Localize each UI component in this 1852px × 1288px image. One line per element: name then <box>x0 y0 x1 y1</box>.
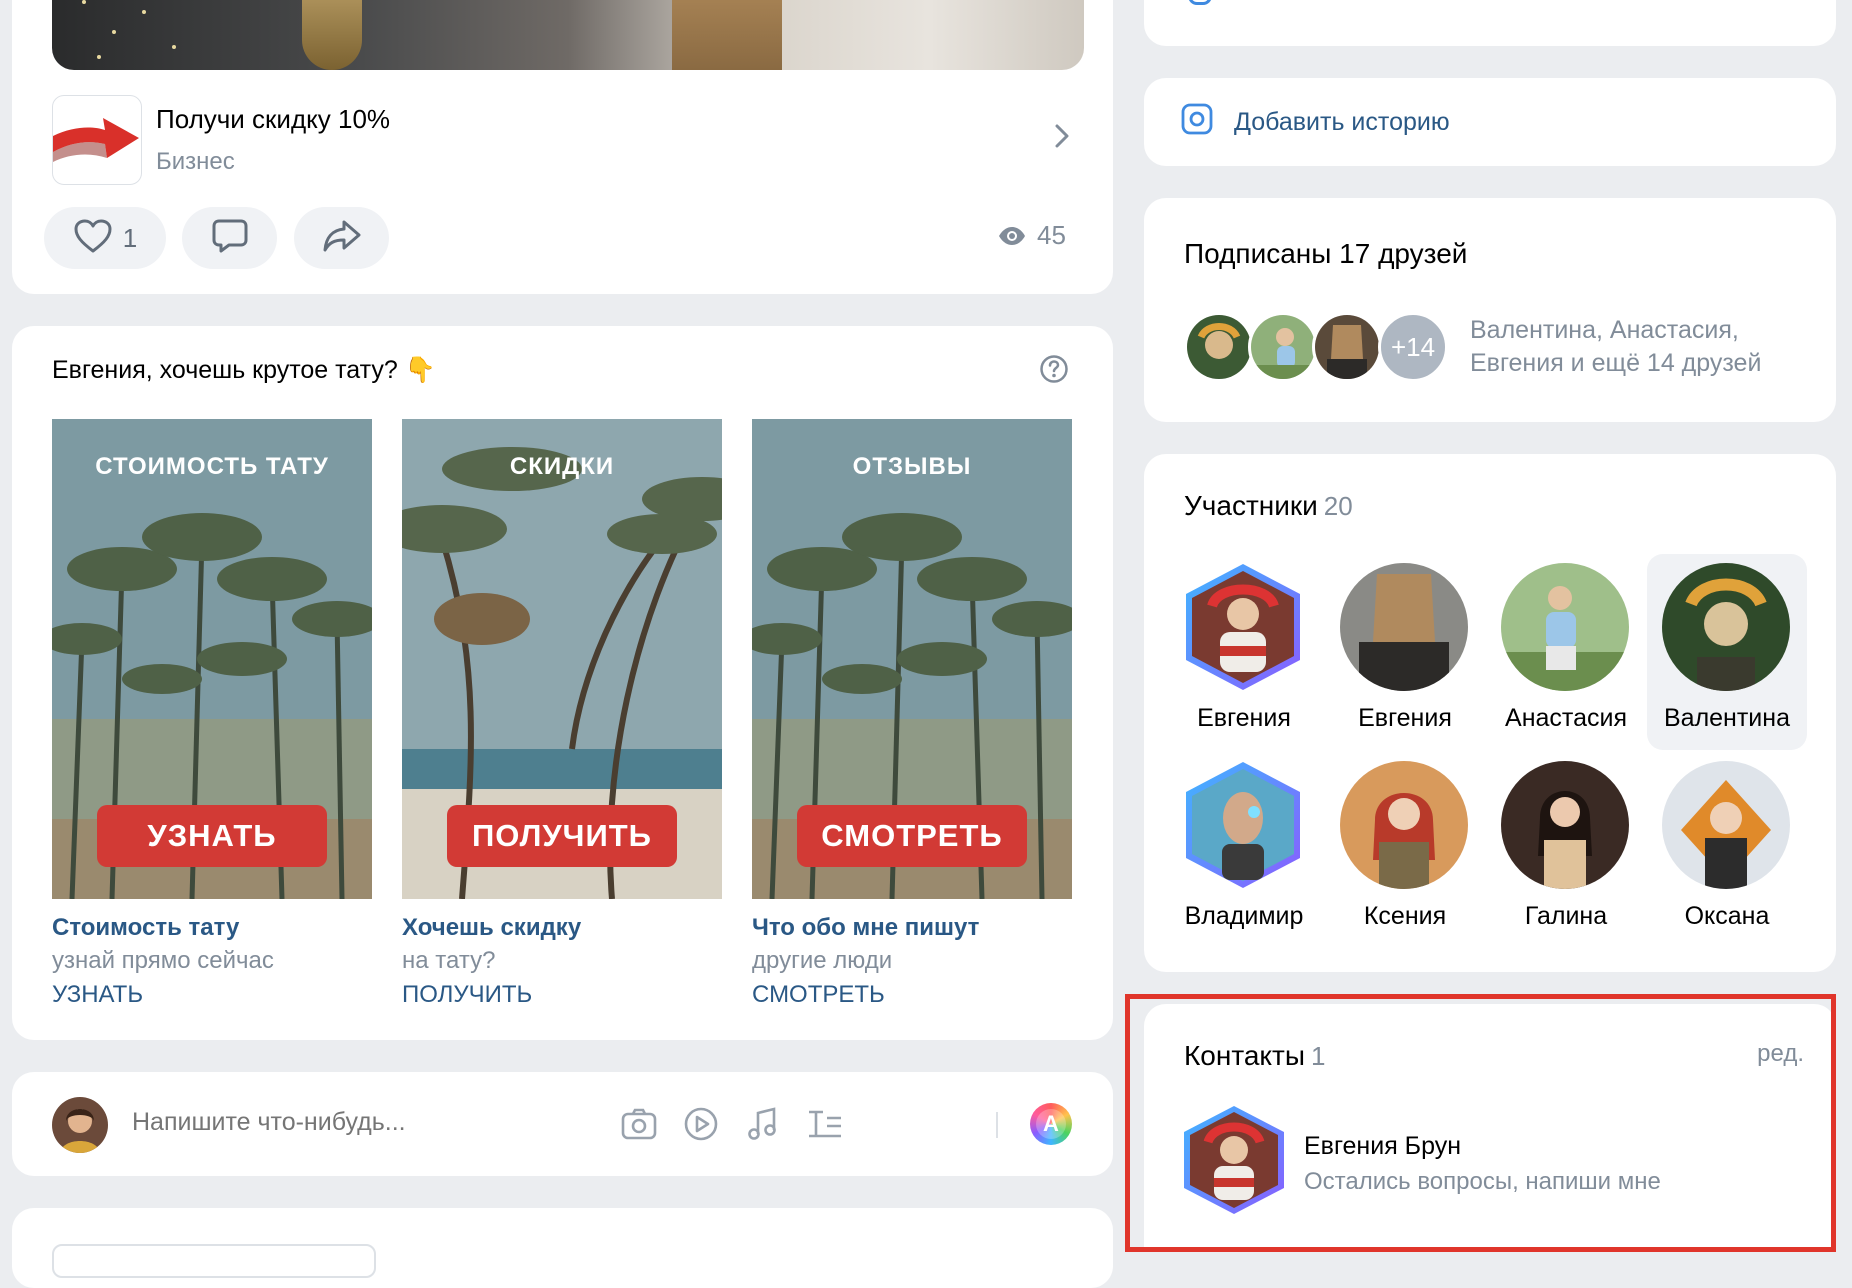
ad-card: Евгения, хочешь крутое тату? 👇 СТОИМОСТЬ… <box>12 326 1113 1040</box>
tile-heading: СТОИМОСТЬ ТАТУ <box>95 453 329 480</box>
tile-cta-button[interactable]: УЗНАТЬ <box>97 805 327 867</box>
member-name: Оксана <box>1684 902 1770 930</box>
eye-icon <box>999 226 1025 245</box>
ad-tile-price[interactable]: СТОИМОСТЬ ТАТУ УЗНАТЬ <box>52 419 372 899</box>
like-count: 1 <box>122 222 138 253</box>
member-name: Галина <box>1524 902 1608 930</box>
contacts-title-label: Контакты <box>1184 1040 1305 1071</box>
member-item[interactable]: Валентина <box>1647 554 1807 750</box>
avatar[interactable] <box>52 1097 108 1153</box>
comment-button[interactable] <box>182 207 277 269</box>
share-button[interactable] <box>294 207 389 269</box>
member-item[interactable]: Евгения <box>1164 554 1324 750</box>
help-icon[interactable] <box>1039 354 1069 389</box>
tile-caption-subtitle: другие люди <box>752 947 893 974</box>
member-name: Евгения <box>1197 704 1291 732</box>
members-title[interactable]: Участники 20 <box>1184 490 1353 522</box>
members-count: 20 <box>1323 491 1353 521</box>
tile-cta-button[interactable]: ПОЛУЧИТЬ <box>447 805 677 867</box>
story-icon <box>1180 102 1214 141</box>
video-icon[interactable] <box>682 1105 720 1148</box>
tile-heading: СКИДКИ <box>509 453 615 480</box>
contacts-card: Контакты 1 ред. Евгения Брун Остались воп… <box>1144 1004 1836 1252</box>
add-story-label[interactable]: Добавить историю <box>1234 108 1450 137</box>
tile-caption-link[interactable]: ПОЛУЧИТЬ <box>402 981 532 1009</box>
friends-subscribed-card: Подписаны 17 друзей +14 Валентина, Анаст… <box>1144 198 1836 422</box>
divider <box>996 1112 998 1138</box>
tile-caption-title[interactable]: Хочешь скидку <box>402 914 581 942</box>
avatar <box>1340 563 1468 691</box>
tile-caption-title[interactable]: Стоимость тату <box>52 914 239 942</box>
member-name: Анастасия <box>1505 704 1627 732</box>
like-button[interactable]: 1 <box>44 207 166 269</box>
avatar <box>1662 761 1790 889</box>
contact-description: Остались вопросы, напиши мне <box>1304 1168 1661 1195</box>
friends-names-line: Валентина, Анастасия, <box>1470 316 1739 344</box>
tile-caption-link[interactable]: УЗНАТЬ <box>52 981 143 1009</box>
members-card: Участники 20 Евгения Евгения Анастасия Ва… <box>1144 454 1836 972</box>
member-item[interactable]: Евгения <box>1325 554 1485 750</box>
friends-names-line: Евгения и ещё 14 друзей <box>1470 349 1762 377</box>
link-subtitle: Бизнес <box>156 148 235 175</box>
add-story-card[interactable]: Добавить историю <box>1144 78 1836 166</box>
avatar[interactable] <box>1184 312 1254 382</box>
avatar[interactable] <box>1178 1104 1290 1216</box>
contacts-count: 1 <box>1310 1041 1326 1071</box>
next-card <box>12 1208 1113 1288</box>
tile-caption-link[interactable]: СМОТРЕТЬ <box>752 981 885 1009</box>
avatar <box>1186 564 1300 690</box>
member-item[interactable]: Галина <box>1486 752 1646 948</box>
heart-icon <box>73 218 113 259</box>
ad-tile-reviews[interactable]: ОТЗЫВЫ СМОТРЕТЬ <box>752 419 1072 899</box>
comment-icon <box>211 218 249 259</box>
chevron-right-icon[interactable] <box>1052 120 1072 157</box>
post-card: Получи скидку 10% Бизнес 1 45 <box>12 0 1113 294</box>
avatar[interactable] <box>1312 312 1382 382</box>
contact-name[interactable]: Евгения Брун <box>1304 1132 1461 1161</box>
post-image[interactable] <box>52 0 1084 70</box>
views-count: 45 <box>1037 220 1066 250</box>
avatar <box>1501 563 1629 691</box>
avatar[interactable] <box>1248 312 1318 382</box>
avatar <box>1340 761 1468 889</box>
friends-subscribed-title[interactable]: Подписаны 17 друзей <box>1184 238 1467 270</box>
member-item[interactable]: Ксения <box>1325 752 1485 948</box>
share-icon <box>322 218 362 259</box>
music-icon[interactable] <box>744 1105 782 1148</box>
article-icon[interactable] <box>806 1105 844 1148</box>
member-name: Валентина <box>1663 704 1790 732</box>
avatar <box>1186 762 1300 888</box>
camera-icon[interactable] <box>620 1105 658 1148</box>
member-item[interactable]: Владимир <box>1164 752 1324 948</box>
style-letter: A <box>1036 1109 1066 1139</box>
friends-names[interactable]: Валентина, Анастасия, Евгения и ещё 14 д… <box>1470 314 1810 380</box>
post-composer: A <box>12 1072 1113 1176</box>
text-style-button[interactable]: A <box>1030 1103 1072 1145</box>
post-input[interactable] <box>132 1108 552 1137</box>
ad-title: Евгения, хочешь крутое тату? 👇 <box>52 356 436 384</box>
member-item[interactable]: Оксана <box>1647 752 1807 948</box>
members-title-label: Участники <box>1184 490 1318 521</box>
contacts-title[interactable]: Контакты 1 <box>1184 1040 1325 1072</box>
link-thumbnail[interactable] <box>52 95 142 185</box>
member-name: Ксения <box>1363 902 1447 930</box>
more-friends-badge[interactable]: +14 <box>1378 312 1448 382</box>
member-name: Евгения <box>1358 704 1452 732</box>
tile-heading: ОТЗЫВЫ <box>852 453 972 480</box>
avatar <box>1662 563 1790 691</box>
ad-tile-discount[interactable]: СКИДКИ ПОЛУЧИТЬ <box>402 419 722 899</box>
edit-link[interactable]: ред. <box>1757 1040 1804 1068</box>
tile-caption-title[interactable]: Что обо мне пишут <box>752 914 979 942</box>
link-title[interactable]: Получи скидку 10% <box>156 104 390 135</box>
tile-caption-subtitle: на тату? <box>402 947 496 974</box>
right-top-card <box>1144 0 1836 46</box>
avatar <box>1501 761 1629 889</box>
tile-caption-subtitle: узнай прямо сейчас <box>52 947 274 974</box>
member-item[interactable]: Анастасия <box>1486 554 1646 750</box>
tile-cta-button[interactable]: СМОТРЕТЬ <box>797 805 1027 867</box>
member-name: Владимир <box>1184 902 1304 930</box>
views-counter: 45 <box>997 220 1066 251</box>
